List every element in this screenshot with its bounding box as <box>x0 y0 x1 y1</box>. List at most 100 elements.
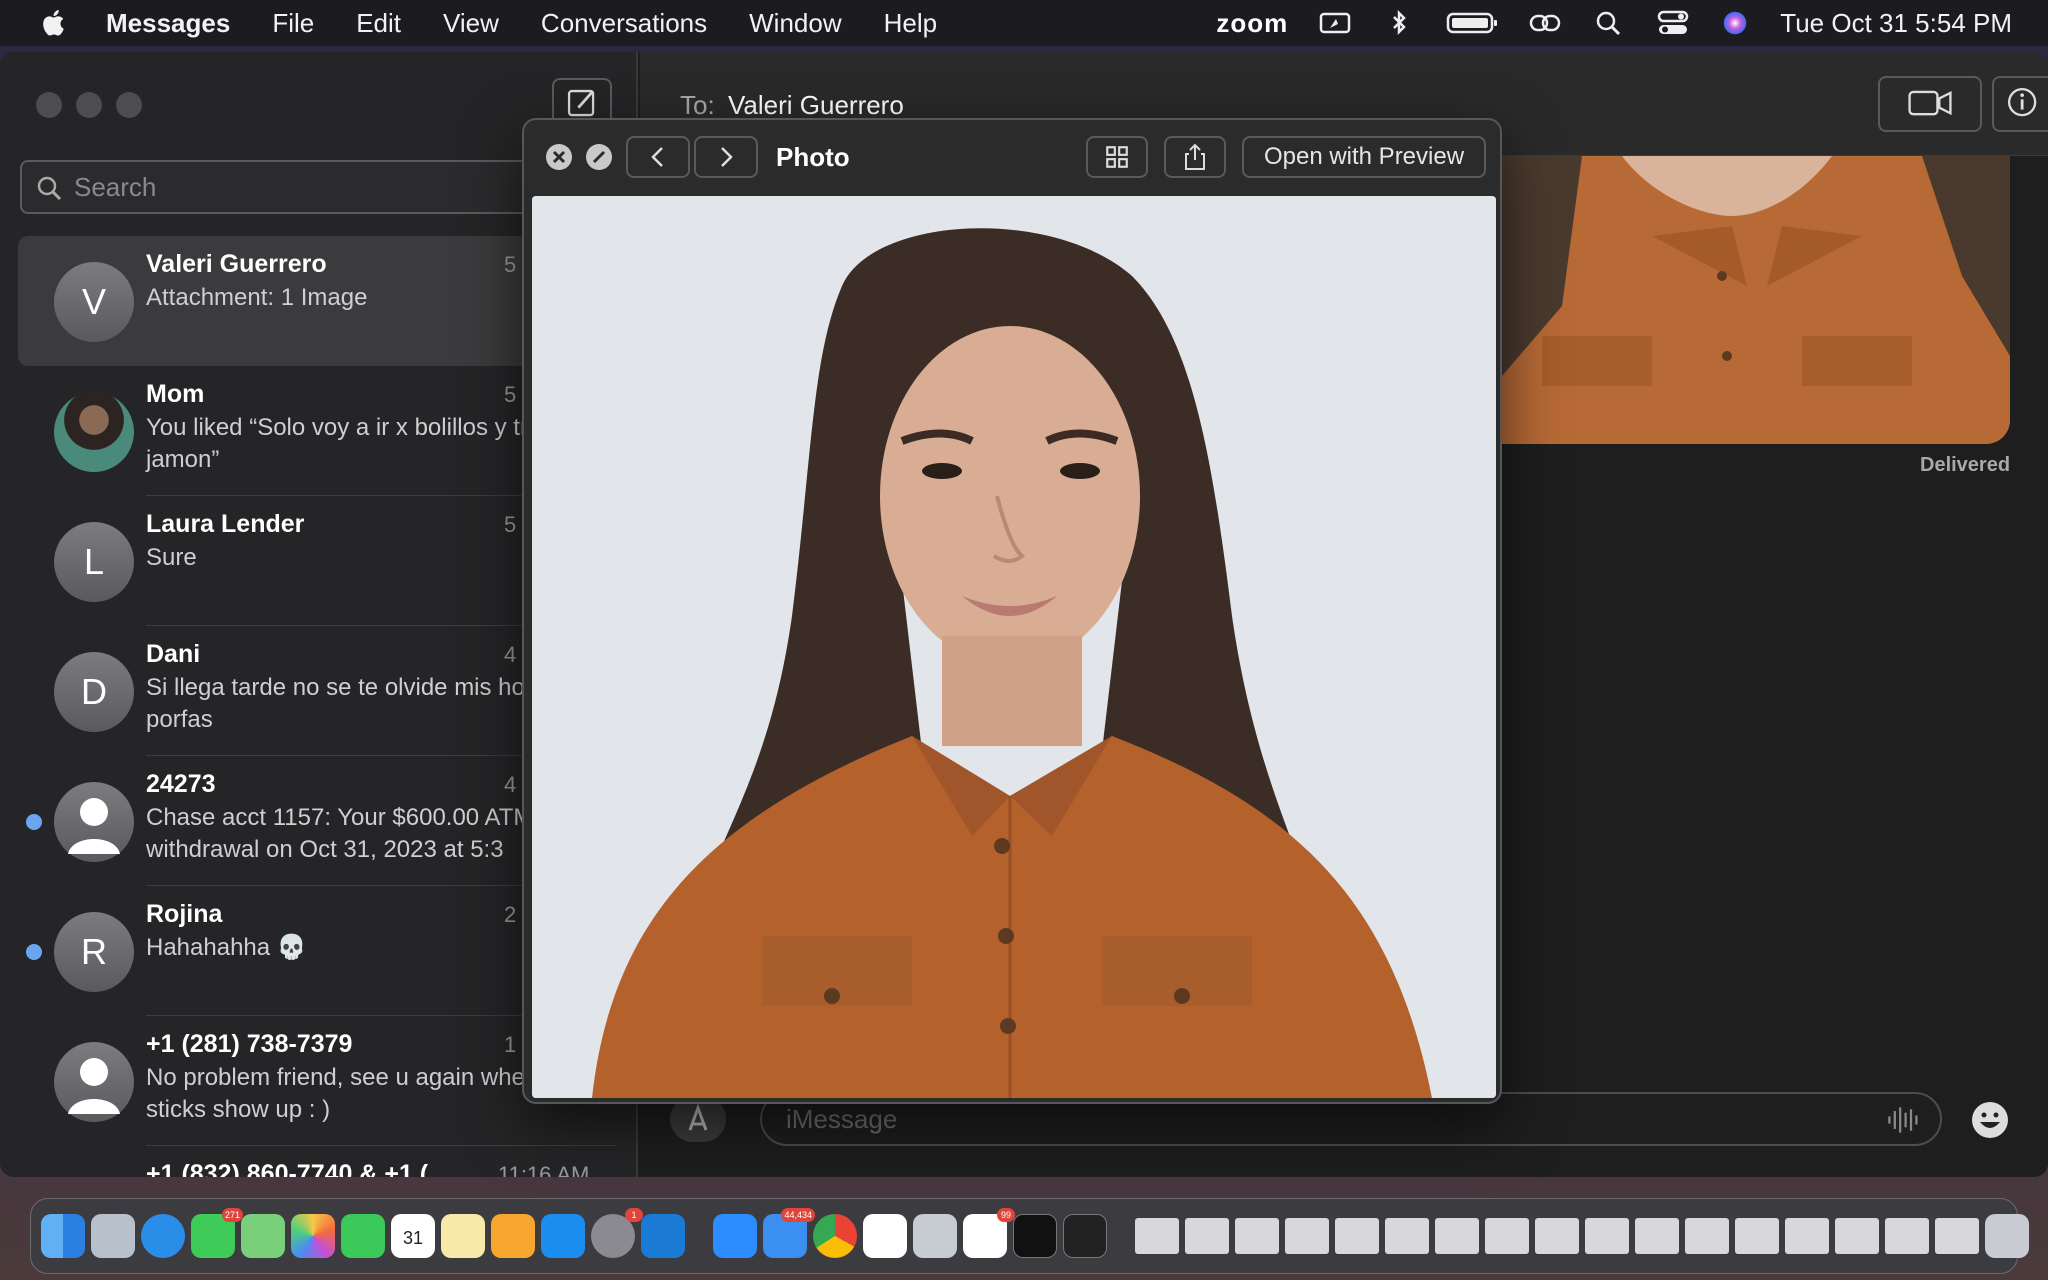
menu-view[interactable]: View <box>443 8 499 39</box>
apple-icon[interactable] <box>40 8 70 38</box>
photo-thumbnail <box>1502 156 2010 444</box>
minimized-window-thumbnail[interactable] <box>1935 1218 1979 1254</box>
minimized-window-thumbnail[interactable] <box>1635 1218 1679 1254</box>
zoom-window-button[interactable] <box>116 92 142 118</box>
next-button[interactable] <box>694 136 758 178</box>
bluetooth-icon[interactable] <box>1382 10 1416 36</box>
conversation-time: 5 <box>504 512 517 537</box>
close-window-button[interactable] <box>36 92 62 118</box>
system-settings-icon[interactable]: 1 <box>591 1208 643 1258</box>
script-editor-icon[interactable] <box>1063 1214 1107 1258</box>
sent-photo-bubble[interactable] <box>1502 156 2010 444</box>
details-button[interactable] <box>1992 76 2048 132</box>
app-store-icon[interactable] <box>541 1214 585 1258</box>
mail-icon[interactable]: 44,434 <box>763 1208 815 1258</box>
conversation-item[interactable]: +1 (832) 860-7740 & +1 ( 11:16 AM <box>18 1146 618 1177</box>
close-quick-look-button[interactable] <box>546 144 572 170</box>
share-button[interactable] <box>1164 136 1226 178</box>
messages-badge: 271 <box>221 1208 243 1222</box>
launchpad-icon[interactable] <box>91 1214 135 1258</box>
screen-mirroring-icon[interactable] <box>1318 10 1352 36</box>
minimized-window-thumbnail[interactable] <box>1735 1218 1779 1254</box>
message-input-placeholder: iMessage <box>786 1103 898 1134</box>
menu-conversations[interactable]: Conversations <box>541 8 707 39</box>
minimized-window-thumbnail[interactable] <box>1235 1218 1279 1254</box>
conversation-name: Mom <box>146 380 205 408</box>
maps-icon[interactable] <box>241 1214 285 1258</box>
minimized-window-thumbnail[interactable] <box>1835 1218 1879 1254</box>
minimized-window-thumbnail[interactable] <box>1535 1218 1579 1254</box>
minimized-window-thumbnail[interactable] <box>1435 1218 1479 1254</box>
slash-circle-icon <box>592 150 606 164</box>
minimized-window-thumbnail[interactable] <box>1385 1218 1429 1254</box>
facetime-video-button[interactable] <box>1878 76 1982 132</box>
conversation-time: 1 <box>504 1032 517 1057</box>
status-area: zoom Tue Oct 31 5:54 PM <box>1216 0 2012 46</box>
person-avatar-icon <box>54 782 134 862</box>
conversation-name: +1 (281) 738-7379 <box>146 1030 353 1058</box>
unread-indicator <box>26 814 42 830</box>
siri-icon[interactable] <box>1720 10 1750 36</box>
chrome-icon[interactable] <box>813 1214 857 1258</box>
control-center-icon[interactable] <box>1656 10 1690 36</box>
minimized-window-thumbnail[interactable] <box>1685 1218 1729 1254</box>
markup-disabled-button[interactable] <box>586 144 612 170</box>
menu-clock[interactable]: Tue Oct 31 5:54 PM <box>1780 8 2012 39</box>
minimized-window-thumbnail[interactable] <box>1335 1218 1379 1254</box>
conversation-time: 5 <box>504 252 517 277</box>
avatar <box>54 392 134 472</box>
calendar-day: 31 <box>402 1228 424 1248</box>
minimized-window-thumbnail[interactable] <box>1185 1218 1229 1254</box>
video-camera-icon <box>1908 90 1952 116</box>
zoom-status-item[interactable]: zoom <box>1216 8 1288 39</box>
photos-icon[interactable] <box>291 1214 335 1258</box>
battery-icon[interactable] <box>1446 10 1498 36</box>
messages-icon[interactable]: 271 <box>191 1208 243 1258</box>
recipient-name[interactable]: Valeri Guerrero <box>728 90 904 121</box>
minimized-window-thumbnail[interactable] <box>1485 1218 1529 1254</box>
slack-icon[interactable]: 99 <box>963 1208 1015 1258</box>
settings-badge: 1 <box>625 1208 643 1222</box>
audio-waveform-icon[interactable] <box>1884 1102 1920 1138</box>
close-icon <box>552 150 566 164</box>
menu-window[interactable]: Window <box>749 8 841 39</box>
minimized-window-thumbnail[interactable] <box>1285 1218 1329 1254</box>
quick-look-toolbar: Photo Open with Preview <box>524 120 1500 194</box>
conversation-time: 4 <box>504 772 517 797</box>
menu-app-messages[interactable]: Messages <box>106 8 230 39</box>
conversation-time: 11:16 AM <box>498 1162 590 1177</box>
finder-icon[interactable] <box>41 1214 85 1258</box>
unread-indicator <box>26 944 42 960</box>
facetime-icon[interactable] <box>341 1214 385 1258</box>
slack-badge: 99 <box>997 1208 1015 1222</box>
index-sheet-button[interactable] <box>1086 136 1148 178</box>
minimize-window-button[interactable] <box>76 92 102 118</box>
vscode-icon[interactable] <box>641 1214 685 1258</box>
link-icon[interactable] <box>1528 10 1562 36</box>
calendar-icon[interactable]: 31 <box>391 1214 435 1258</box>
previous-button[interactable] <box>626 136 690 178</box>
quick-look-title: Photo <box>776 142 850 172</box>
avatar: L <box>54 522 134 602</box>
trash-icon[interactable] <box>1985 1214 2029 1258</box>
minimized-window-thumbnail[interactable] <box>1135 1218 1179 1254</box>
conversation-time: 4 <box>504 642 517 667</box>
preview-icon[interactable] <box>913 1214 957 1258</box>
quick-look-window: Photo Open with Preview <box>522 118 1502 1104</box>
chevron-right-icon <box>721 147 733 167</box>
keynote-icon[interactable] <box>863 1214 907 1258</box>
zoom-icon[interactable] <box>713 1214 757 1258</box>
safari-icon[interactable] <box>141 1214 185 1258</box>
minimized-window-thumbnail[interactable] <box>1585 1218 1629 1254</box>
menu-help[interactable]: Help <box>884 8 937 39</box>
menu-file[interactable]: File <box>272 8 314 39</box>
emoji-icon[interactable] <box>1970 1100 2010 1140</box>
pages-icon[interactable] <box>491 1214 535 1258</box>
terminal-icon[interactable] <box>1013 1214 1057 1258</box>
open-with-preview-button[interactable]: Open with Preview <box>1242 136 1486 178</box>
minimized-window-thumbnail[interactable] <box>1885 1218 1929 1254</box>
spotlight-search-icon[interactable] <box>1592 10 1626 36</box>
minimized-window-thumbnail[interactable] <box>1785 1218 1829 1254</box>
menu-edit[interactable]: Edit <box>356 8 401 39</box>
notes-icon[interactable] <box>441 1214 485 1258</box>
